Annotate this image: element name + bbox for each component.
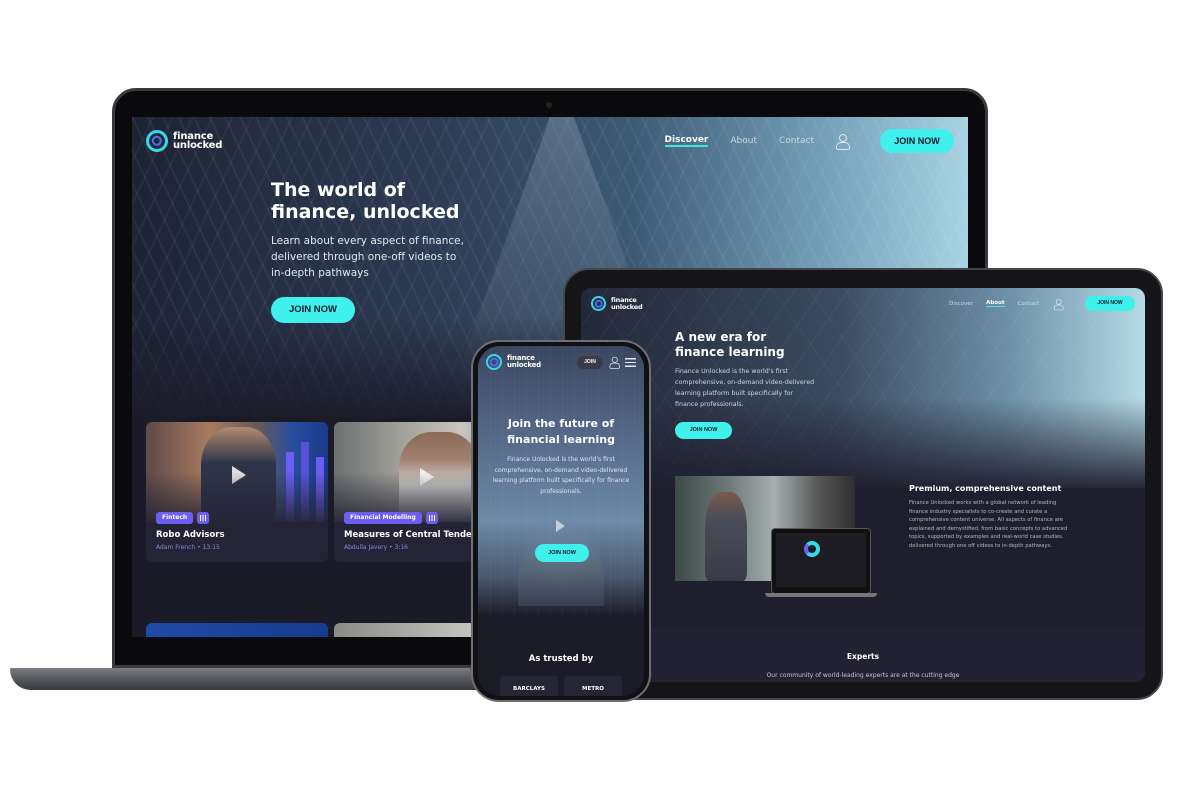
card-title: Robo Advisors <box>156 530 225 540</box>
hamburger-menu-icon[interactable] <box>625 357 636 367</box>
partner-logo-barclays: BARCLAYS <box>500 676 558 696</box>
donut-chart-icon <box>804 541 820 557</box>
mini-laptop-base <box>765 593 877 597</box>
trusted-by-title: As trusted by <box>528 654 594 664</box>
hero-subtitle: Finance Unlocked is the world's first co… <box>492 456 630 495</box>
nav-link-contact[interactable]: Contact <box>1018 301 1039 307</box>
hero-title-line1: A new era for <box>675 330 767 344</box>
hero-join-now-button[interactable]: JOIN NOW <box>535 544 589 562</box>
logo-line2: unlocked <box>173 140 223 151</box>
hero-subtitle: Learn about every aspect of finance, del… <box>271 235 464 279</box>
nav-link-about[interactable]: About <box>986 300 1005 307</box>
hero-subtitle: Finance Unlocked is the world's first co… <box>675 368 815 408</box>
mini-laptop-screen <box>776 533 866 587</box>
partner-logo-metro: METRO <box>564 676 622 696</box>
hero-title-line1: The world of <box>271 179 406 201</box>
nav-join-now-button[interactable]: JOIN NOW <box>1085 296 1135 311</box>
logo[interactable]: finance unlocked <box>146 130 222 152</box>
nav-join-button[interactable]: JOIN <box>577 355 603 369</box>
hero-title-line2: financial learning <box>507 433 615 446</box>
logo-line2: unlocked <box>507 361 541 369</box>
presenter-image <box>705 492 747 581</box>
play-icon[interactable] <box>556 520 565 532</box>
nav-links: Discover About Contact JOIN NOW <box>664 129 954 153</box>
hero-title: Join the future of financial learning <box>486 416 636 448</box>
user-icon[interactable] <box>1053 298 1064 310</box>
logo-icon <box>486 354 502 370</box>
logo-text: finance unlocked <box>611 297 643 311</box>
phone-screen: finance unlocked JOIN Join the future of… <box>478 346 644 696</box>
laptop-navbar: finance unlocked Discover About Contact … <box>146 129 954 153</box>
laptop-hero-content: The world of finance, unlocked Learn abo… <box>271 179 471 323</box>
logo-icon <box>146 130 168 152</box>
laptop-camera <box>546 102 552 108</box>
tablet-hero-content: A new era for finance learning Finance U… <box>675 330 815 439</box>
hero-title-line2: finance, unlocked <box>271 201 460 223</box>
user-icon[interactable] <box>836 134 850 150</box>
device-mockup-stage: finance unlocked Discover About Contact … <box>0 0 1180 787</box>
nav-join-now-button[interactable]: JOIN NOW <box>880 129 954 153</box>
logo-text: finance unlocked <box>173 131 223 151</box>
experts-title: Experts <box>846 652 880 661</box>
hero-title-line1: Join the future of <box>507 417 615 430</box>
experts-text: Our community of world-leading experts a… <box>766 672 960 679</box>
feature-section: Premium, comprehensive content Finance U… <box>909 484 1069 551</box>
hero-fade <box>581 398 1145 493</box>
video-card[interactable]: Fintech Robo Advisors Adam French • 13:1… <box>146 422 328 562</box>
nav-link-contact[interactable]: Contact <box>779 136 814 146</box>
logo-line2: unlocked <box>611 302 643 311</box>
tag-row: Fintech <box>156 512 210 524</box>
logo-text: finance unlocked <box>507 355 541 369</box>
nav-links: Discover About Contact JOIN NOW <box>949 296 1135 311</box>
hero-title: The world of finance, unlocked <box>271 179 471 223</box>
hero-join-now-button[interactable]: JOIN NOW <box>271 297 355 323</box>
logo-icon <box>591 296 606 311</box>
tablet-navbar: finance unlocked Discover About Contact … <box>591 296 1135 311</box>
tablet-screen: finance unlocked Discover About Contact … <box>581 288 1145 682</box>
phone-hero-content: Join the future of financial learning Fi… <box>486 416 636 497</box>
nav-link-discover[interactable]: Discover <box>664 135 709 147</box>
logo[interactable]: finance unlocked <box>486 354 541 370</box>
card-meta: Adam French • 13:15 <box>156 544 220 551</box>
nav-link-about[interactable]: About <box>730 136 757 146</box>
logo[interactable]: finance unlocked <box>591 296 643 311</box>
level-bars-icon <box>197 512 210 524</box>
user-icon[interactable] <box>609 356 620 369</box>
feature-title: Premium, comprehensive content <box>909 484 1062 493</box>
phone-nav-actions: JOIN <box>577 355 636 369</box>
mini-laptop-image <box>771 528 871 594</box>
hero-title-line2: finance learning <box>675 345 785 359</box>
level-bars-icon <box>425 512 438 524</box>
video-card-partial[interactable] <box>146 623 328 637</box>
category-tag[interactable]: Fintech <box>156 512 194 524</box>
hero-title: A new era for finance learning <box>675 330 815 360</box>
nav-link-discover[interactable]: Discover <box>949 301 973 307</box>
feature-body: Finance Unlocked works with a global net… <box>909 500 1068 549</box>
hero-join-now-button[interactable]: JOIN NOW <box>675 422 732 439</box>
tag-row: Financial Modelling <box>344 512 438 524</box>
category-tag[interactable]: Financial Modelling <box>344 512 422 524</box>
card-meta: Abdulla Javery • 3:16 <box>344 544 408 551</box>
phone-navbar: finance unlocked JOIN <box>486 354 636 370</box>
